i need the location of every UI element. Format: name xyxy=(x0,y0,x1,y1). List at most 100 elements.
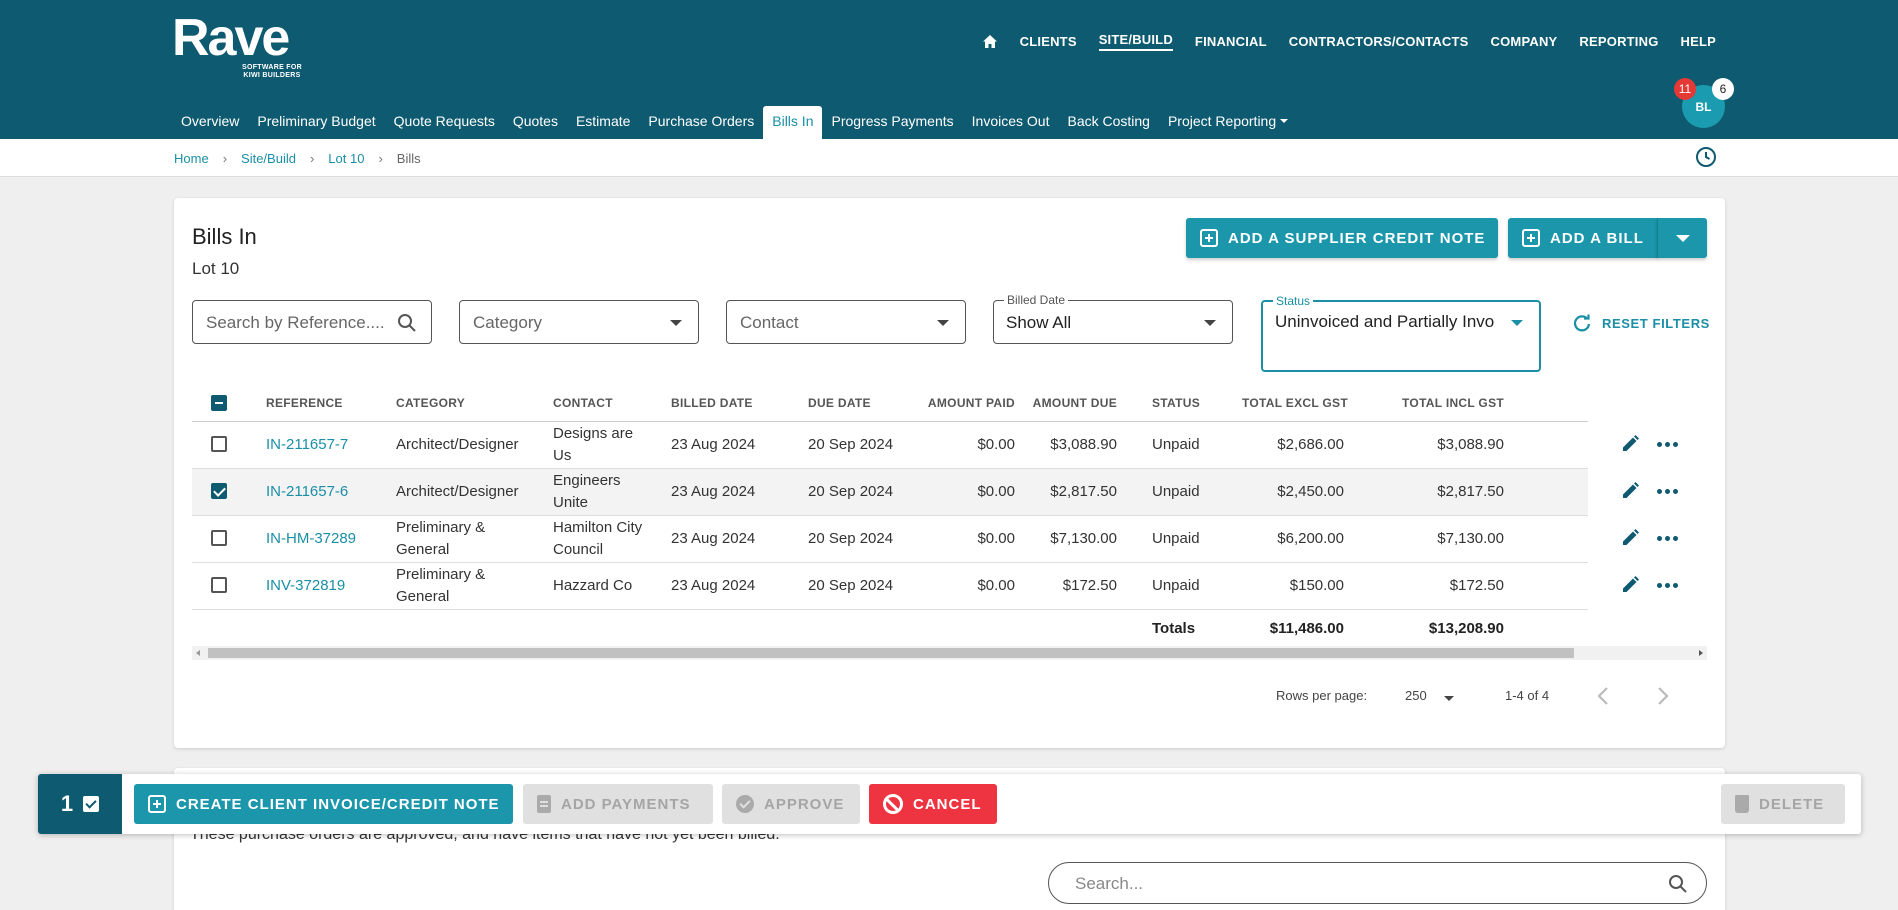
row-checkbox[interactable] xyxy=(211,530,227,546)
selected-count: 1 xyxy=(38,774,122,834)
row-reference-link[interactable]: IN-211657-7 xyxy=(266,434,348,456)
tab-progress-payments[interactable]: Progress Payments xyxy=(822,106,962,139)
row-checkbox[interactable] xyxy=(211,436,227,452)
table-row[interactable]: IN-211657-6 Architect/Designer Engineers… xyxy=(192,469,1588,516)
rave-logo[interactable]: Rave SOFTWARE FOR KIWI BUILDERS xyxy=(172,9,302,79)
tab-preliminary-budget[interactable]: Preliminary Budget xyxy=(248,106,384,139)
table-row[interactable]: IN-211657-7 Architect/Designer Designs a… xyxy=(192,422,1588,469)
topnav-help[interactable]: HELP xyxy=(1681,34,1716,49)
scroll-left-arrow-icon[interactable] xyxy=(196,650,200,656)
purchase-order-search-input[interactable]: Search... xyxy=(1048,862,1707,904)
topnav-site-build[interactable]: SITE/BUILD xyxy=(1098,32,1173,51)
rows-per-page-select[interactable]: 250 xyxy=(1405,688,1427,703)
add-payments-button[interactable]: ADD PAYMENTS xyxy=(523,784,713,824)
breadcrumb-home[interactable]: Home xyxy=(174,151,209,166)
scroll-right-arrow-icon[interactable] xyxy=(1699,650,1703,656)
notification-badge[interactable]: 11 xyxy=(1674,78,1696,100)
table-row[interactable]: INV-372819 Preliminary & General Hazzard… xyxy=(192,563,1588,610)
select-all-checkbox[interactable] xyxy=(211,395,227,411)
row-checkbox[interactable] xyxy=(211,483,227,499)
tab-overview[interactable]: Overview xyxy=(172,106,248,139)
row-reference-link[interactable]: INV-372819 xyxy=(266,575,345,597)
tab-quotes[interactable]: Quotes xyxy=(504,106,567,139)
col-amount-paid[interactable]: AMOUNT PAID xyxy=(926,396,1015,410)
add-box-icon xyxy=(148,795,166,813)
reference-search-input[interactable]: Search by Reference.... xyxy=(192,300,432,344)
add-bill-button[interactable]: ADD A BILL xyxy=(1508,218,1658,258)
next-page-icon[interactable] xyxy=(1650,684,1674,708)
row-reference-link[interactable]: IN-HM-37289 xyxy=(266,528,356,550)
col-total-incl[interactable]: TOTAL INCL GST xyxy=(1392,396,1504,410)
billed-date-label: Billed Date xyxy=(1004,293,1069,307)
more-actions-icon[interactable] xyxy=(1657,442,1678,447)
col-billed-date[interactable]: BILLED DATE xyxy=(671,396,753,410)
row-category: Architect/Designer xyxy=(396,483,519,500)
cancel-button[interactable]: CANCEL xyxy=(869,784,997,824)
more-actions-icon[interactable] xyxy=(1657,489,1678,494)
more-actions-icon[interactable] xyxy=(1657,536,1678,541)
add-supplier-credit-note-button[interactable]: ADD A SUPPLIER CREDIT NOTE xyxy=(1186,218,1498,258)
table-row[interactable]: IN-HM-37289 Preliminary & General Hamilt… xyxy=(192,516,1588,563)
previous-page-icon[interactable] xyxy=(1592,684,1616,708)
history-clock-icon[interactable] xyxy=(1694,145,1718,169)
col-due-date[interactable]: DUE DATE xyxy=(808,396,871,410)
billed-date-select[interactable]: Billed Date Show All xyxy=(993,293,1233,344)
breadcrumb-site-build[interactable]: Site/Build xyxy=(241,151,296,166)
contact-select[interactable]: Contact xyxy=(726,300,966,344)
breadcrumb: Home › Site/Build › Lot 10 › Bills xyxy=(174,151,421,166)
row-due-date: 20 Sep 2024 xyxy=(808,483,894,500)
topnav-clients[interactable]: CLIENTS xyxy=(1020,34,1077,49)
create-client-invoice-button[interactable]: CREATE CLIENT INVOICE/CREDIT NOTE xyxy=(134,784,513,824)
delete-button[interactable]: DELETE xyxy=(1721,784,1845,824)
topnav-financial[interactable]: FINANCIAL xyxy=(1195,34,1267,49)
col-reference[interactable]: REFERENCE xyxy=(266,396,343,410)
topnav-company[interactable]: COMPANY xyxy=(1491,34,1558,49)
tab-project-reporting[interactable]: Project Reporting xyxy=(1159,106,1297,139)
add-bill-dropdown-button[interactable] xyxy=(1657,218,1707,258)
horizontal-scrollbar[interactable] xyxy=(192,646,1707,660)
topnav-contractors[interactable]: CONTRACTORS/CONTACTS xyxy=(1289,34,1469,49)
col-contact[interactable]: CONTACT xyxy=(553,396,613,410)
row-contact: Hazzard Co xyxy=(553,577,633,594)
message-badge[interactable]: 6 xyxy=(1712,78,1734,100)
row-total-incl: $7,130.00 xyxy=(1437,530,1504,547)
breadcrumb-lot[interactable]: Lot 10 xyxy=(328,151,364,166)
tab-estimate[interactable]: Estimate xyxy=(567,106,639,139)
tab-bills-in[interactable]: Bills In xyxy=(763,106,823,139)
billed-date-value: Show All xyxy=(1006,313,1072,332)
category-placeholder: Category xyxy=(473,313,542,332)
edit-pencil-icon[interactable] xyxy=(1620,434,1640,454)
dropdown-arrow-icon[interactable] xyxy=(1444,696,1454,701)
category-select[interactable]: Category xyxy=(459,300,699,344)
edit-pencil-icon[interactable] xyxy=(1620,575,1640,595)
dropdown-arrow-icon xyxy=(1204,320,1216,326)
row-checkbox[interactable] xyxy=(211,577,227,593)
edit-pencil-icon[interactable] xyxy=(1620,528,1640,548)
reset-filters-button[interactable]: RESET FILTERS xyxy=(1572,313,1710,333)
topnav-reporting[interactable]: REPORTING xyxy=(1579,34,1658,49)
status-select[interactable]: Status Uninvoiced and Partially Invo xyxy=(1261,294,1541,372)
scrollbar-thumb[interactable] xyxy=(208,648,1574,658)
row-reference-link[interactable]: IN-211657-6 xyxy=(266,481,348,503)
col-category[interactable]: CATEGORY xyxy=(396,396,465,410)
col-total-excl[interactable]: TOTAL EXCL GST xyxy=(1242,396,1348,410)
tab-quote-requests[interactable]: Quote Requests xyxy=(385,106,504,139)
tab-invoices-out[interactable]: Invoices Out xyxy=(963,106,1059,139)
row-total-incl: $172.50 xyxy=(1449,577,1504,594)
more-actions-icon[interactable] xyxy=(1657,583,1678,588)
search-placeholder: Search... xyxy=(1075,874,1144,893)
tab-purchase-orders[interactable]: Purchase Orders xyxy=(639,106,763,139)
row-status: Unpaid xyxy=(1152,436,1200,453)
home-icon[interactable] xyxy=(982,34,998,50)
edit-pencil-icon[interactable] xyxy=(1620,481,1640,501)
row-amount-due: $7,130.00 xyxy=(1050,530,1117,547)
checkbox-checked-icon xyxy=(83,796,100,812)
col-amount-due[interactable]: AMOUNT DUE xyxy=(1026,396,1117,410)
row-due-date: 20 Sep 2024 xyxy=(808,530,894,547)
chevron-down-icon xyxy=(1280,119,1289,123)
logo-wordmark: Rave xyxy=(172,9,290,67)
col-status[interactable]: STATUS xyxy=(1152,396,1200,410)
approve-button[interactable]: APPROVE xyxy=(722,784,860,824)
tab-back-costing[interactable]: Back Costing xyxy=(1058,106,1158,139)
cancel-label: CANCEL xyxy=(913,795,982,813)
